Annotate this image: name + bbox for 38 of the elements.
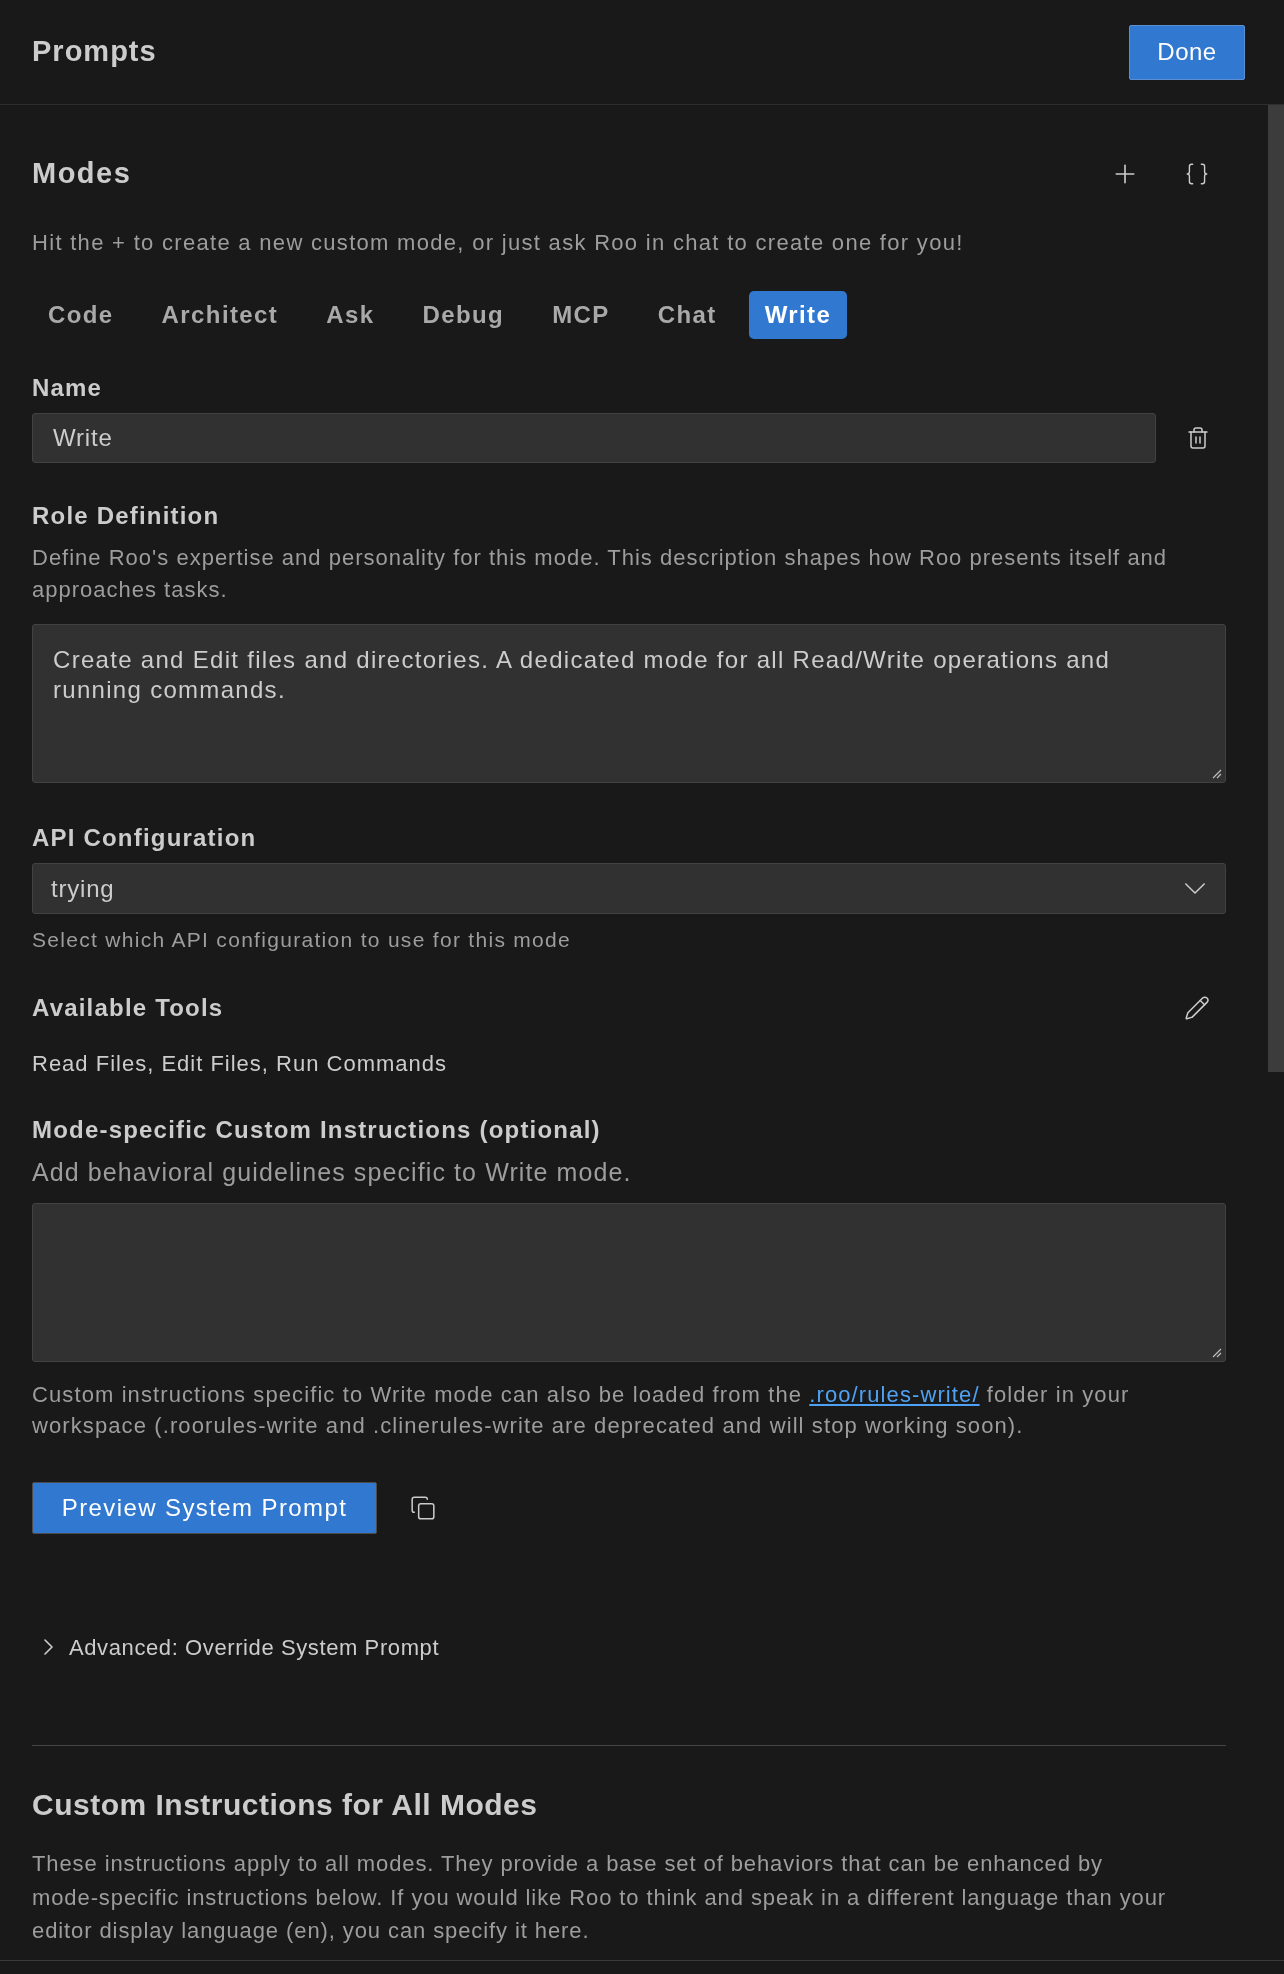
role-definition-textarea[interactable]: Create and Edit files and directories. A dedicated mode for all Read/Write operations and running commands.: [32, 624, 1226, 783]
name-input[interactable]: Write: [32, 413, 1156, 463]
section-title: Modes: [32, 156, 132, 192]
scrollbar-thumb[interactable]: [1268, 105, 1284, 1072]
mode-tab[interactable]: MCP: [536, 291, 626, 339]
section-description: These instructions apply to all modes. They provide a base set of behaviors that can be enhanced by mode-specific instructions below. If you would like Roo to think and speak in a different language than your editor display language (en), you can specify it here.: [32, 1850, 1168, 1945]
field-label: Mode-specific Custom Instructions (optional): [32, 1115, 602, 1145]
mode-tab[interactable]: Ask: [310, 291, 391, 339]
page-title: Prompts: [32, 34, 157, 70]
resize-grip-icon[interactable]: [1212, 769, 1222, 779]
field-label: Available Tools: [32, 993, 224, 1023]
braces-icon[interactable]: [1184, 161, 1210, 187]
api-configuration-select[interactable]: trying: [32, 863, 1226, 914]
instructions-note: Custom instructions specific to Write mode can also be loaded from the .roo/rules-write/ folder in your workspace (.roorules-write and .clinerules-write are deprecated and will stop working soon).: [32, 1381, 1131, 1440]
mode-tab[interactable]: Code: [32, 291, 130, 339]
mode-tab[interactable]: Architect: [145, 291, 295, 339]
field-description: Define Roo's expertise and personality for this mode. This description shapes how Roo presents itself and approaches tasks.: [32, 544, 1169, 604]
helper-text: Select which API configuration to use for this mode: [32, 927, 573, 953]
section-title: Custom Instructions for All Modes: [32, 1787, 539, 1823]
rules-folder-link[interactable]: .roo/rules-write/: [809, 1382, 980, 1407]
field-description: Add behavioral guidelines specific to Write mode.: [32, 1157, 633, 1188]
mode-tab[interactable]: Chat: [641, 291, 733, 339]
pencil-icon[interactable]: [1184, 995, 1210, 1021]
field-label: Name: [32, 373, 104, 403]
done-button[interactable]: Done: [1129, 24, 1245, 80]
resize-grip-icon[interactable]: [1212, 1348, 1222, 1358]
mode-tab[interactable]: Write: [748, 291, 848, 339]
chevron-right-icon: [44, 1639, 53, 1655]
chevron-down-icon: [1185, 883, 1205, 894]
advanced-toggle[interactable]: Advanced: Override System Prompt: [32, 1632, 440, 1662]
modes-hint: Hit the + to create a new custom mode, or just ask Roo in chat to create one for you!: [32, 229, 965, 257]
field-label: Role Definition: [32, 501, 221, 531]
copy-icon[interactable]: [410, 1495, 436, 1521]
tools-list: Read Files, Edit Files, Run Commands: [32, 1049, 1226, 1079]
field-label: API Configuration: [32, 823, 258, 853]
trash-icon[interactable]: [1186, 425, 1210, 451]
preview-system-prompt-button[interactable]: Preview System Prompt: [32, 1482, 377, 1534]
mode-tab[interactable]: Debug: [406, 291, 521, 339]
